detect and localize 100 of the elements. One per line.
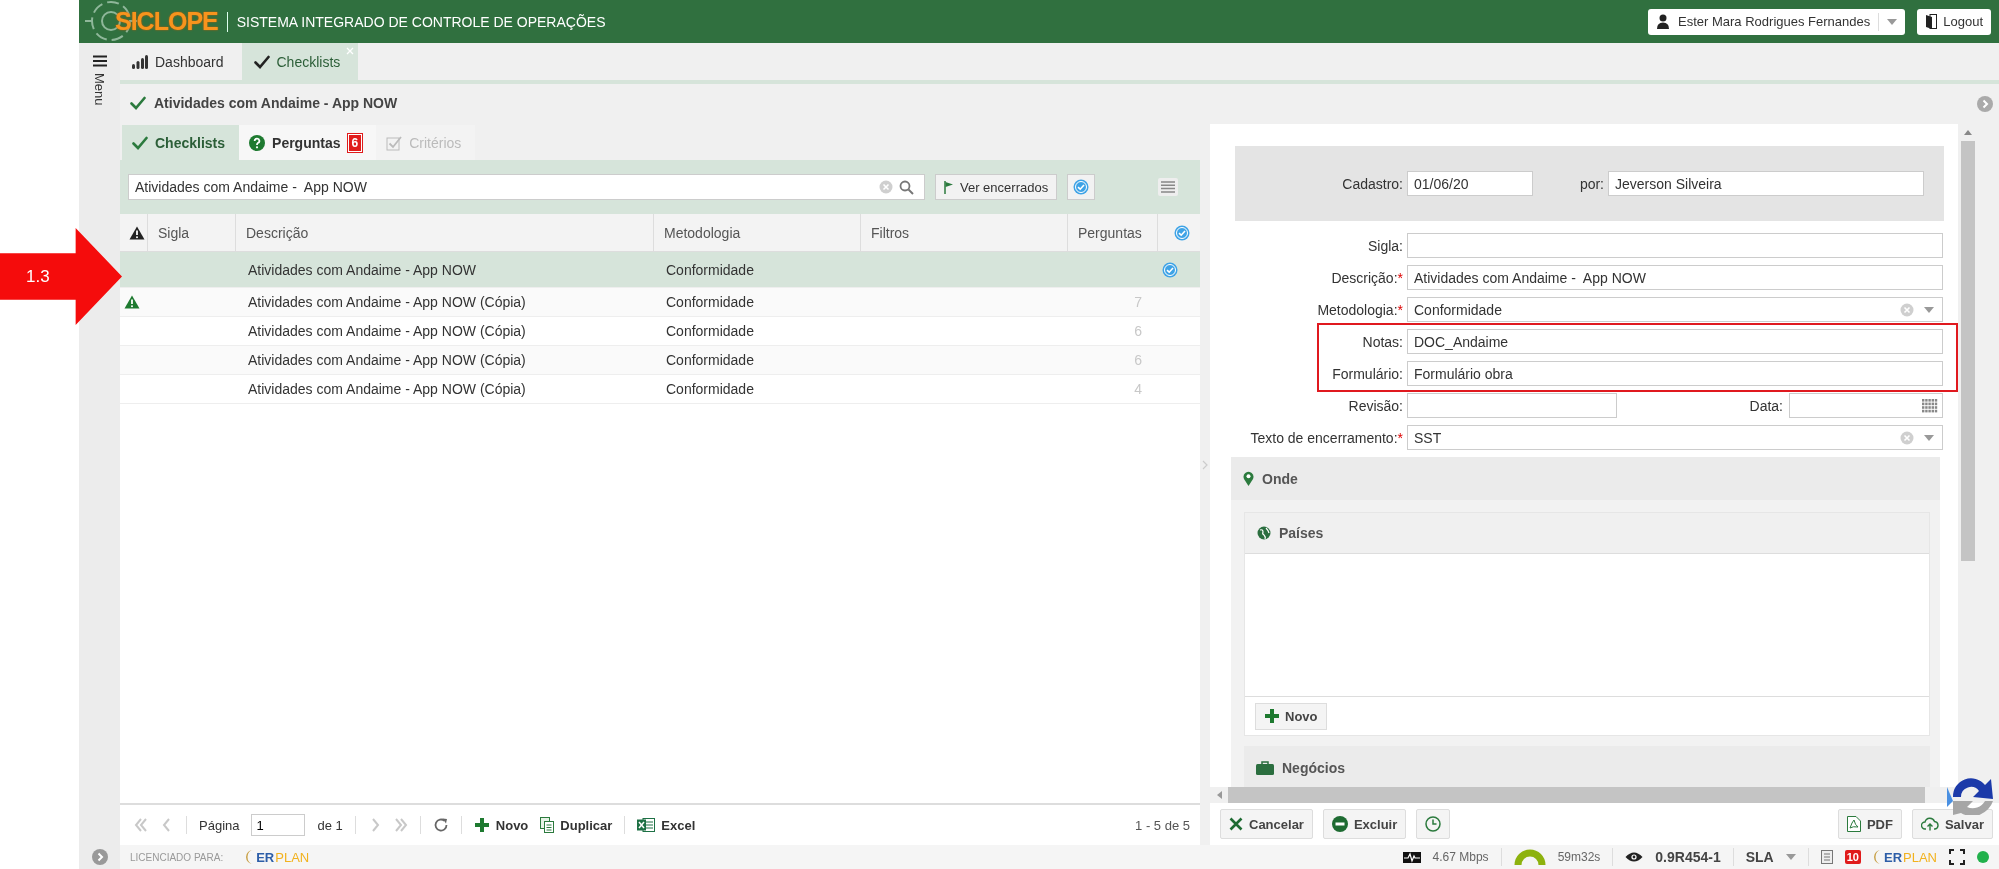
column-header[interactable]: Descrição: [246, 224, 309, 241]
caret-icon[interactable]: [1887, 18, 1898, 25]
column-header[interactable]: Filtros: [871, 224, 910, 241]
new-button[interactable]: Novo: [1255, 702, 1327, 730]
column-header[interactable]: Sigla: [158, 224, 190, 241]
plus-icon: [473, 817, 490, 833]
duplicate-button[interactable]: Duplicar: [540, 817, 613, 833]
warning-icon: [128, 225, 145, 240]
briefcase-icon: [1256, 760, 1274, 775]
tab[interactable]: Checklists: [122, 125, 240, 160]
show-closed-button[interactable]: Ver encerrados: [935, 174, 1058, 200]
check-icon: [132, 135, 148, 150]
table-row[interactable]: Atividades com Andaime - App NOW Conformidade: [120, 252, 1200, 288]
date-field[interactable]: 01/06/20: [1407, 171, 1533, 196]
tab[interactable]: Checklists: [241, 43, 359, 80]
plus-icon: [1264, 708, 1280, 724]
clock-icon: [1425, 816, 1442, 832]
field-label: Texto de encerramento:*: [1249, 429, 1403, 446]
table-cell: Conformidade: [666, 323, 754, 339]
check-button[interactable]: [1067, 174, 1096, 200]
brand-logo: ERPLAN: [1872, 849, 1937, 865]
menu-icon[interactable]: [92, 55, 107, 67]
column-header[interactable]: Perguntas: [1078, 224, 1142, 241]
delete-button[interactable]: Excluir: [1322, 809, 1407, 839]
clear-icon[interactable]: [1900, 302, 1914, 317]
field-label: Revisão:: [1347, 397, 1403, 414]
cancel-button[interactable]: Cancelar: [1220, 809, 1313, 839]
count-badge: 6: [347, 133, 363, 152]
list-icon[interactable]: [1158, 178, 1178, 196]
tab[interactable]: Dashboard: [120, 43, 242, 80]
online-dot-icon: [1977, 851, 1989, 863]
flag-icon: [944, 180, 954, 194]
field-label: Descrição:*: [1330, 269, 1403, 286]
app-title: SISTEMA INTEGRADO DE CONTROLE DE OPERAÇÕES: [236, 13, 606, 30]
field-label: por:: [1578, 175, 1604, 192]
table-cell: Atividades com Andaime - App NOW (Cópia): [248, 352, 526, 368]
caret-icon[interactable]: [1924, 434, 1934, 441]
page-field[interactable]: 1: [251, 814, 306, 836]
fullscreen-icon[interactable]: [1949, 849, 1965, 865]
close-icon: [1229, 817, 1243, 831]
menu-label[interactable]: Menu: [92, 73, 107, 106]
next-icon[interactable]: [1977, 96, 1993, 112]
clear-icon[interactable]: [1900, 430, 1914, 445]
scroll-up-icon[interactable]: [1964, 130, 1972, 135]
check-icon: [253, 54, 270, 69]
text-field[interactable]: [1407, 393, 1617, 418]
text-field[interactable]: Atividades com Andaime - App NOW: [1407, 265, 1943, 290]
splitter-icon[interactable]: [1202, 459, 1208, 470]
scrollbar-thumb[interactable]: [1961, 141, 1975, 561]
logout-button[interactable]: Logout: [1917, 8, 1991, 35]
brand-logo: ERPLAN: [245, 849, 310, 865]
text-field[interactable]: Jeverson Silveira: [1608, 171, 1924, 196]
close-icon[interactable]: [346, 47, 355, 55]
table-cell: Atividades com Andaime - App NOW: [248, 261, 476, 278]
page-total: de 1: [317, 817, 343, 833]
table-cell: Conformidade: [666, 381, 754, 397]
copy-icon: [540, 817, 555, 833]
new-button[interactable]: Novo: [473, 817, 529, 833]
column-header[interactable]: Metodologia: [664, 224, 741, 241]
notification-badge[interactable]: 10: [1844, 850, 1861, 864]
text-field[interactable]: [1407, 233, 1943, 258]
table-cell: Atividades com Andaime - App NOW (Cópia): [248, 381, 526, 397]
field-label: Formulário:: [1331, 365, 1403, 382]
notes-icon[interactable]: [1820, 850, 1833, 864]
section-header[interactable]: Negócios: [1244, 746, 1930, 787]
refresh-icon[interactable]: [432, 817, 449, 833]
section-header[interactable]: Onde: [1231, 457, 1940, 500]
calendar-icon[interactable]: [1922, 398, 1938, 413]
tab[interactable]: Perguntas 6: [239, 125, 377, 160]
last-page-icon[interactable]: [393, 817, 408, 833]
user-menu[interactable]: Ester Mara Rodrigues Fernandes: [1648, 8, 1906, 35]
caret-icon[interactable]: [1924, 306, 1934, 313]
field-label: Cadastro:: [1341, 175, 1403, 192]
expand-icon[interactable]: [91, 849, 108, 865]
scroll-left-icon[interactable]: [1216, 791, 1222, 799]
search-field[interactable]: Atividades com Andaime - App NOW: [128, 174, 925, 200]
first-page-icon[interactable]: [134, 817, 148, 833]
check-circle-icon: [1174, 224, 1190, 241]
field-label: Data:: [1748, 397, 1783, 414]
select-field[interactable]: SST: [1407, 425, 1943, 450]
history-button[interactable]: [1416, 809, 1451, 839]
spreadsheet-icon: [637, 817, 656, 833]
text-field[interactable]: Formulário obra: [1407, 361, 1943, 386]
speed-reading: 4.67 Mbps: [1432, 850, 1489, 864]
horizontal-scrollbar[interactable]: [1210, 787, 1925, 803]
minus-circle-icon: [1331, 816, 1348, 832]
pdf-button[interactable]: PDF: [1837, 809, 1902, 839]
excel-button[interactable]: Excel: [637, 817, 696, 833]
caret-icon[interactable]: [1785, 854, 1796, 860]
section-header[interactable]: Países: [1245, 513, 1929, 554]
check-icon: [130, 96, 146, 110]
save-button[interactable]: Salvar: [1911, 809, 1993, 839]
cloud-upload-icon: [1920, 817, 1939, 831]
select-field[interactable]: Conformidade: [1407, 297, 1943, 322]
sla-label[interactable]: SLA: [1745, 849, 1774, 865]
eye-icon: [1625, 851, 1644, 863]
text-field[interactable]: DOC_Andaime: [1407, 329, 1943, 354]
checkbox-icon: [386, 134, 403, 151]
check-circle-icon: [1073, 179, 1090, 195]
date-field[interactable]: [1789, 393, 1943, 418]
